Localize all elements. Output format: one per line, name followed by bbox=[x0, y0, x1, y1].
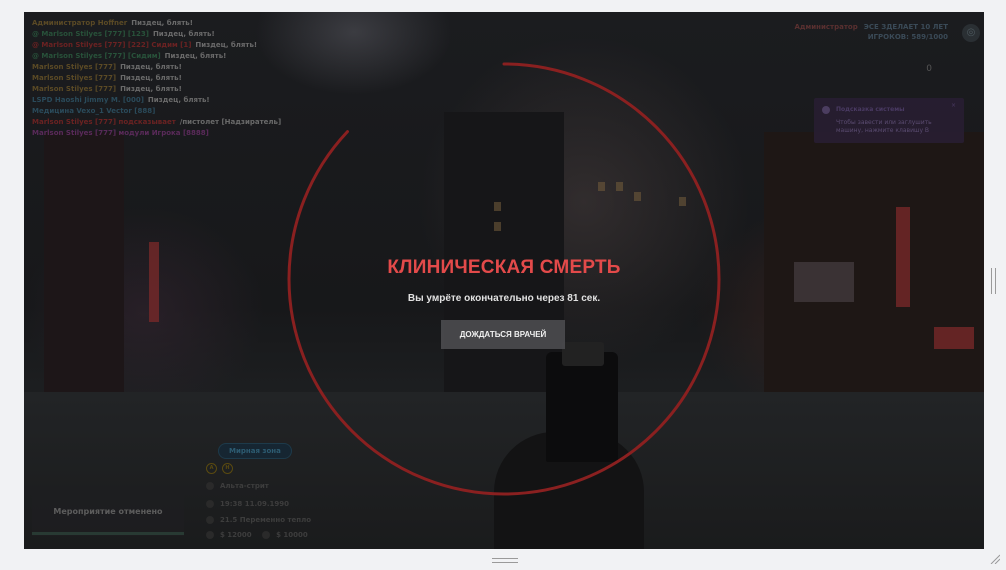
death-title: КЛИНИЧЕСКАЯ СМЕРТЬ bbox=[387, 257, 621, 278]
wait-for-medics-button[interactable]: ДОЖДАТЬСЯ ВРАЧЕЙ bbox=[441, 320, 565, 349]
resize-grip-icon[interactable] bbox=[990, 554, 1000, 564]
death-countdown: Вы умрёте окончательно через 81 сек. bbox=[407, 293, 601, 304]
bank-amount: $ 10000 bbox=[276, 531, 308, 539]
hud-time: 19:38 11.09.1990 bbox=[206, 500, 289, 508]
bank-card-icon bbox=[262, 531, 271, 539]
timer-ring-arc bbox=[287, 62, 721, 496]
event-progress-bar bbox=[32, 532, 184, 535]
cash-icon bbox=[206, 531, 214, 539]
hud-money: $ 12000 $ 10000 bbox=[206, 531, 308, 539]
clock-icon bbox=[206, 500, 214, 508]
key-a-icon: A bbox=[206, 463, 217, 474]
weather-icon bbox=[206, 516, 214, 524]
hud-weather: 21.5 Переменно тепло bbox=[206, 516, 311, 524]
bottom-resize-handle[interactable] bbox=[492, 558, 518, 563]
game-time: 19:38 bbox=[220, 500, 243, 508]
hud-keys: AH bbox=[206, 463, 238, 474]
street-name: Альта-стрит bbox=[220, 482, 269, 490]
event-status: Мероприятие отменено bbox=[53, 507, 163, 516]
hud-location: Альта-стрит bbox=[206, 482, 269, 490]
key-h-icon: H bbox=[222, 463, 233, 474]
side-resize-handle[interactable] bbox=[991, 268, 996, 294]
location-icon bbox=[206, 482, 214, 490]
weather-text: Переменно тепло bbox=[239, 516, 312, 524]
temperature: 21.5 bbox=[220, 516, 238, 524]
death-timer-ring bbox=[287, 62, 721, 496]
game-date: 11.09.1990 bbox=[244, 500, 290, 508]
game-viewport: Администратор Hoffner Пиздец, блять! @ Mar… bbox=[24, 12, 984, 549]
cash-amount: $ 12000 bbox=[220, 531, 252, 539]
safe-zone-badge: Мирная зона bbox=[218, 443, 292, 459]
event-panel: Мероприятие отменено bbox=[32, 490, 184, 536]
